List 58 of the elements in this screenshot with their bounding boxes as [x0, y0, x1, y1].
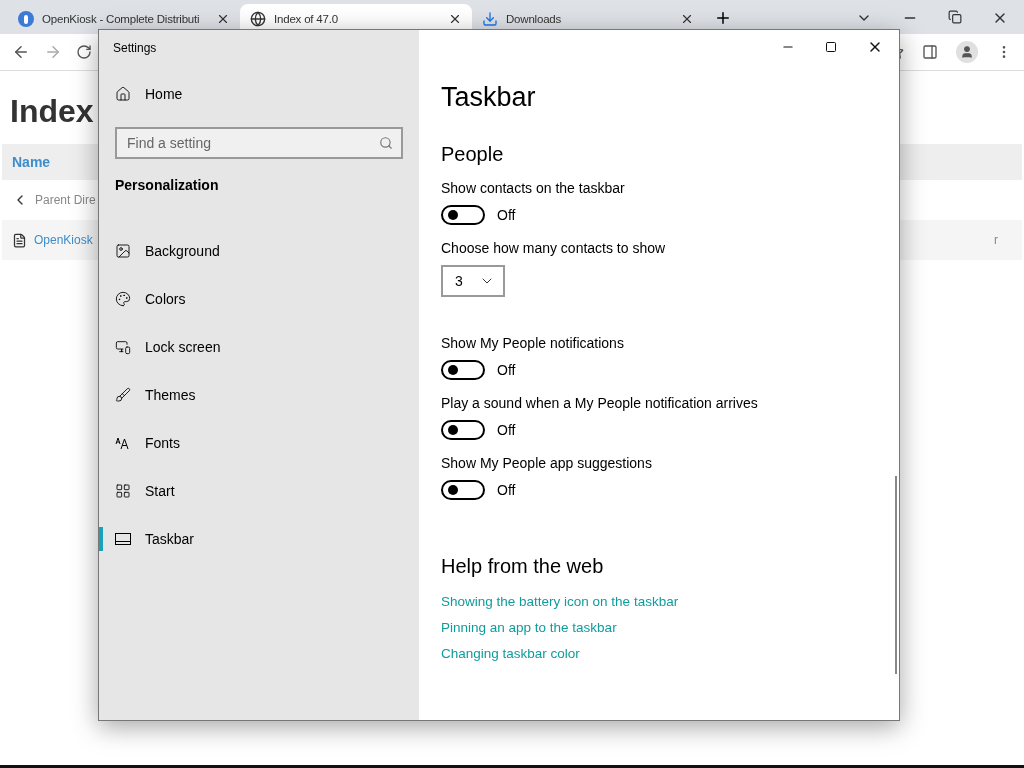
toggle-state: Off: [497, 362, 516, 378]
home-nav-item[interactable]: Home: [99, 70, 419, 118]
setting-label: Choose how many contacts to show: [441, 240, 667, 256]
toggle-state: Off: [497, 422, 516, 438]
nav-item[interactable]: Taskbar: [99, 515, 419, 563]
help-link[interactable]: Changing taskbar color: [441, 646, 875, 661]
toggle-state: Off: [497, 207, 516, 223]
nav-item[interactable]: Lock screen: [99, 323, 419, 371]
window-title: Settings: [112, 40, 158, 57]
nav-item[interactable]: Start: [99, 467, 419, 515]
page-heading: Index: [10, 93, 94, 130]
maximize-icon[interactable]: [825, 41, 837, 53]
side-panel-icon[interactable]: [922, 44, 938, 60]
fonts-icon: [115, 436, 131, 450]
taskbar-icon: [115, 533, 131, 545]
toggle-switch[interactable]: [441, 205, 485, 225]
home-icon: [115, 86, 131, 102]
download-icon: [482, 11, 498, 27]
toggle-switch[interactable]: [441, 480, 485, 500]
brush-icon: [115, 387, 131, 403]
close-tab-icon[interactable]: [680, 12, 694, 26]
nav-item[interactable]: Colors: [99, 275, 419, 323]
browser-tab[interactable]: OpenKiosk - Complete Distributi: [8, 4, 240, 34]
close-tab-icon[interactable]: [448, 12, 462, 26]
browser-tab[interactable]: Downloads: [472, 4, 704, 34]
contacts-dropdown[interactable]: 3: [441, 265, 505, 297]
nav-item[interactable]: Fonts: [99, 419, 419, 467]
new-tab-icon[interactable]: [714, 9, 732, 27]
table-cell-text: r: [994, 233, 999, 247]
file-icon: [12, 232, 27, 248]
restore-icon[interactable]: [948, 10, 962, 24]
page-title: Taskbar: [441, 82, 537, 113]
kiosk-logo-icon: [18, 11, 34, 27]
toggle-switch[interactable]: [441, 360, 485, 380]
profile-avatar[interactable]: [956, 41, 978, 63]
help-heading: Help from the web: [441, 555, 605, 578]
group-heading: People: [441, 143, 505, 166]
back-icon[interactable]: [12, 43, 30, 61]
screen-lock-icon: [115, 339, 131, 355]
nav-item[interactable]: Background: [99, 227, 419, 275]
setting-label: Show contacts on the taskbar: [441, 180, 626, 196]
picture-frame-icon: [115, 243, 131, 259]
tiles-icon: [115, 483, 131, 499]
search-field[interactable]: Find a setting: [115, 127, 403, 159]
globe-icon: [250, 11, 266, 27]
toggle-switch[interactable]: [441, 420, 485, 440]
close-tab-icon[interactable]: [216, 12, 230, 26]
file-link[interactable]: Parent Dire: [35, 193, 96, 207]
setting-label: Play a sound when a My People notification arrives: [441, 395, 759, 411]
search-icon: [379, 136, 393, 150]
setting-label: Show My People app suggestions: [441, 455, 653, 471]
scrollbar[interactable]: [895, 476, 897, 674]
setting-label: Show My People notifications: [441, 335, 625, 351]
section-heading: Personalization: [114, 176, 220, 195]
toggle-state: Off: [497, 482, 516, 498]
nav-item[interactable]: Themes: [99, 371, 419, 419]
palette-icon: [115, 291, 131, 307]
reload-icon[interactable]: [76, 44, 92, 60]
